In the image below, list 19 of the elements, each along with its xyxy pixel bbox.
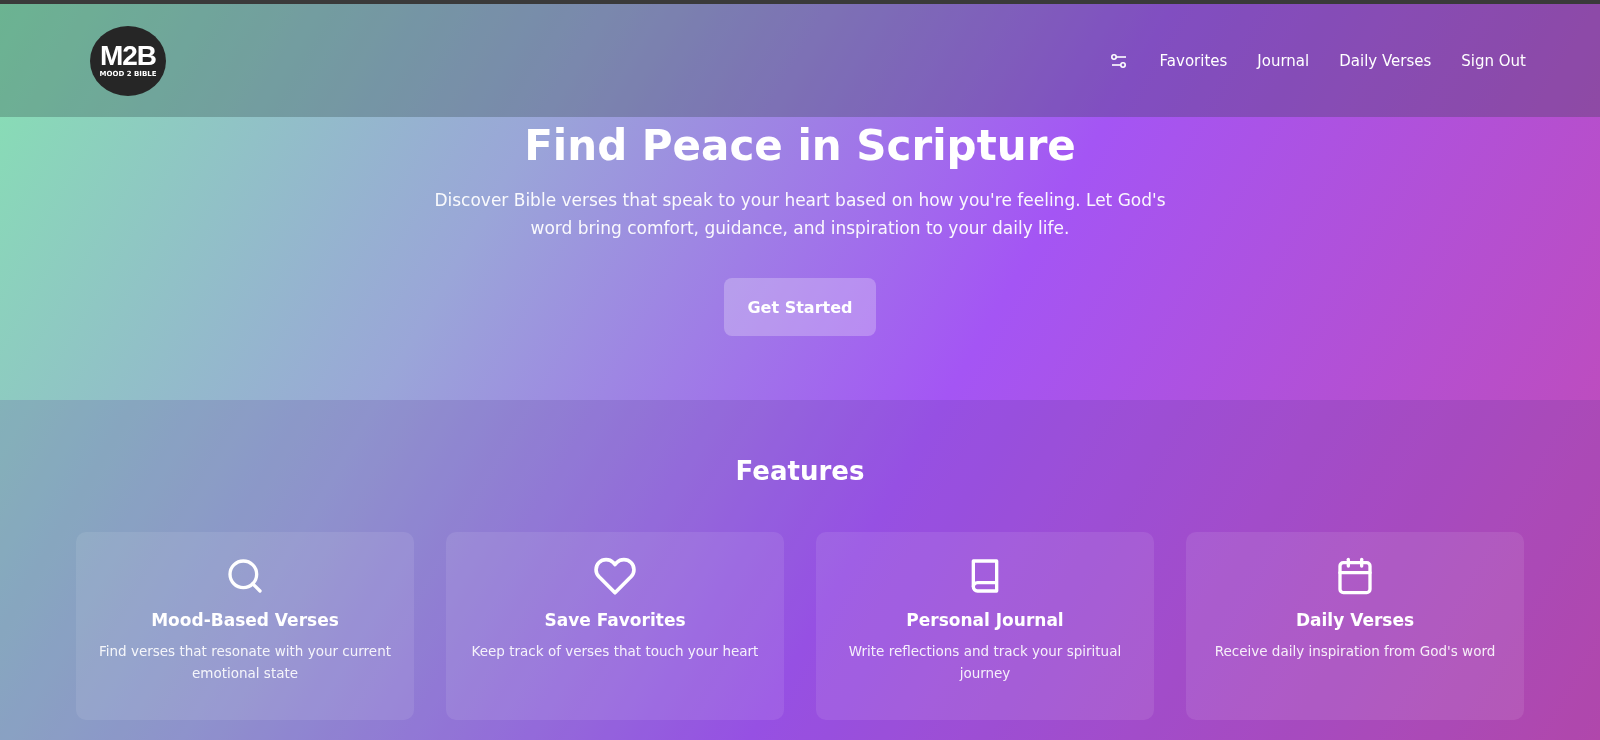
nav-link[interactable]: Daily Verses: [1339, 51, 1432, 70]
card-text: Find verses that resonate with your current emotional state: [98, 642, 392, 683]
search-icon: [225, 556, 265, 596]
card-text: Write reflections and track your spiritual journey: [847, 642, 1123, 683]
hero-subtitle: Discover Bible verses that speak to your heart based on how you're feeling. Let God's word bring comfort, guidance, and inspiration to your daily life.: [433, 189, 1167, 240]
card-title: Personal Journal: [906, 610, 1064, 630]
card-title: Mood-Based Verses: [151, 610, 339, 630]
section-heading: Features: [735, 456, 865, 486]
hero-title: Find Peace in Scripture: [524, 121, 1076, 170]
heart-icon: [593, 556, 637, 596]
settings-icon[interactable]: [1109, 52, 1128, 69]
calendar-icon: [1335, 556, 1375, 596]
nav-link[interactable]: Sign Out: [1461, 51, 1526, 70]
nav-link[interactable]: Favorites: [1159, 51, 1228, 70]
card-text: Keep track of verses that touch your heart: [471, 642, 759, 661]
card-text: Receive daily inspiration from God's word: [1214, 642, 1496, 661]
card-title: Save Favorites: [544, 610, 686, 630]
nav-link[interactable]: Journal: [1257, 51, 1310, 70]
card-title: Daily Verses: [1295, 610, 1415, 630]
